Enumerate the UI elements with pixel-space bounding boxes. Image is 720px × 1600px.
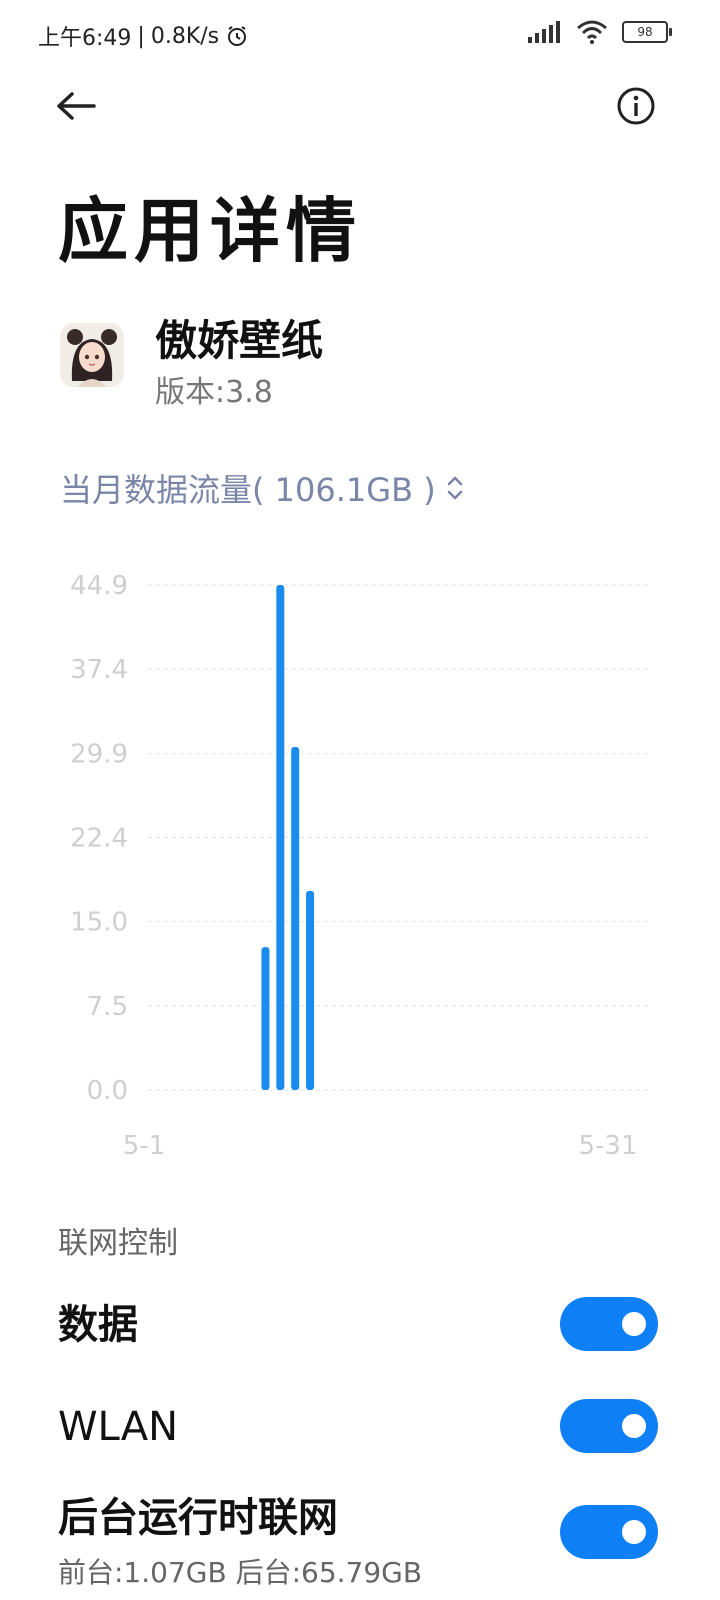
row-background-network: 后台运行时联网 前台:1.07GB 后台:65.79GB	[58, 1485, 658, 1595]
section-network-control: 联网控制	[58, 1226, 178, 1261]
status-separator: |	[137, 23, 145, 49]
x-start-label: 5-1	[123, 1131, 165, 1161]
status-bar: 上午6:49 | 0.8K/s 98	[0, 0, 720, 70]
battery-level: 98	[637, 25, 653, 39]
toggle-knob	[622, 1414, 646, 1438]
chart-bar	[306, 890, 315, 1090]
x-end-label: 5-31	[578, 1131, 637, 1161]
battery-icon: 98	[622, 21, 672, 43]
status-left: 上午6:49 | 0.8K/s	[38, 20, 249, 52]
status-net-speed: 0.8K/s	[150, 23, 220, 49]
y-tick-label: 7.5	[87, 992, 128, 1022]
alarm-icon	[228, 26, 247, 46]
back-button[interactable]	[48, 78, 104, 134]
arrow-left-icon	[57, 92, 96, 120]
toggle-knob	[622, 1520, 646, 1544]
background-network-usage: 前台:1.07GB 后台:65.79GB	[58, 1556, 423, 1589]
app-icon	[60, 323, 124, 387]
y-tick-label: 22.4	[70, 824, 128, 854]
mobile-data-toggle[interactable]	[560, 1297, 658, 1351]
page-title: 应用详情	[58, 190, 362, 272]
app-version: 版本:3.8	[155, 375, 273, 410]
app-info: 傲娇壁纸 版本:3.8	[60, 305, 660, 410]
chart-bar	[291, 746, 300, 1090]
monthly-traffic-selector[interactable]: 当月数据流量( 106.1GB )	[60, 465, 464, 511]
row-wlan: WLAN	[58, 1397, 658, 1457]
chart-bar	[276, 585, 285, 1090]
monthly-traffic-label: 当月数据流量( 106.1GB )	[60, 471, 436, 509]
y-tick-label: 44.9	[70, 571, 128, 601]
app-avatar	[60, 323, 124, 387]
status-right: 98	[528, 20, 672, 44]
app-name: 傲娇壁纸	[155, 316, 324, 365]
sort-toggle-icon	[447, 476, 462, 500]
y-tick-label: 0.0	[87, 1076, 128, 1106]
status-time: 上午6:49	[38, 26, 132, 51]
wlan-toggle[interactable]	[560, 1399, 658, 1453]
toggle-knob	[622, 1312, 646, 1336]
y-tick-label: 15.0	[70, 908, 128, 938]
row-mobile-data: 数据	[58, 1295, 658, 1355]
info-icon	[617, 87, 655, 125]
chart-bar	[261, 947, 270, 1090]
traffic-chart: 44.9 37.4 29.9 22.4 15.0 7.5 0.0 5-1 5-31	[70, 571, 652, 1161]
background-network-toggle[interactable]	[560, 1505, 658, 1559]
y-tick-label: 37.4	[70, 655, 128, 685]
wifi-icon	[577, 20, 607, 44]
y-tick-label: 29.9	[70, 739, 128, 769]
info-button[interactable]	[608, 78, 664, 134]
signal-icon	[528, 21, 560, 43]
